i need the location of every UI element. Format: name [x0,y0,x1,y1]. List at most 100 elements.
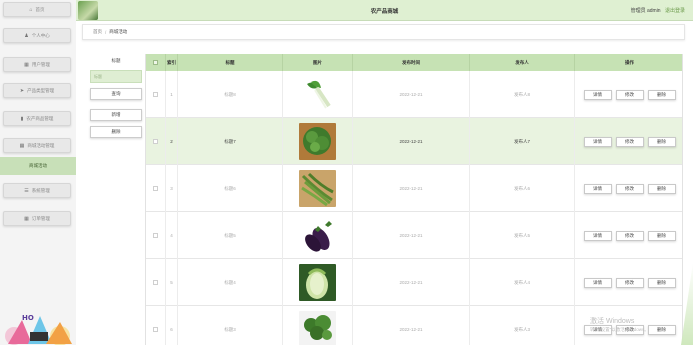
checkbox-icon[interactable] [153,327,158,332]
edit-button[interactable]: 修改 [615,183,644,194]
batch-delete-button[interactable]: 删除 [90,126,142,138]
row-image-cell [283,212,353,259]
row-title: 标题8 [178,71,283,118]
edit-button[interactable]: 修改 [615,277,644,288]
sidebar-item-label: 用户管理 [31,61,50,67]
detail-button[interactable]: 详情 [583,277,612,288]
row-select-cell [146,212,166,259]
checkbox-icon[interactable] [153,186,158,191]
row-actions: 详情 修改 删除 [575,71,682,118]
sidebar-subitem-activities[interactable]: 商城活动 [0,157,76,175]
delete-button[interactable]: 删除 [647,230,676,241]
green-beans-image [299,170,336,207]
edit-button[interactable]: 修改 [615,89,644,100]
top-header: 农产品商城 管理员 admin 退出登录 [76,0,693,21]
sidebar-item-users[interactable]: ▦ 用户管理 [3,57,71,72]
checkbox-icon[interactable] [153,139,158,144]
column-header: 索引 [166,54,178,71]
sidebar-item-orders[interactable]: ▦ 订单管理 [3,211,71,226]
breadcrumb-current: 商城活动 [109,29,128,34]
sidebar-item-activities[interactable]: ▦ 商城活动管理 [3,138,71,153]
detail-button[interactable]: 详情 [583,183,612,194]
row-select-cell [146,165,166,212]
search-label: 标题 [111,58,121,63]
delete-button[interactable]: 删除 [647,183,676,194]
sidebar: ⌂ 首页 ♟ 个人中心 ▦ 用户管理 ➤ 产品类型管理 ▮ 农产商品管理 ▦ 商… [0,0,76,345]
delete-button[interactable]: 删除 [647,277,676,288]
checkbox-icon[interactable] [153,233,158,238]
search-input[interactable]: 标题 [90,70,142,83]
row-image-cell [283,259,353,306]
logout-link[interactable]: 退出登录 [665,8,685,14]
user-area: 管理员 admin 退出登录 [631,7,685,14]
sidebar-item-products[interactable]: ▮ 农产商品管理 [3,111,71,126]
breadcrumb-home[interactable]: 首页 [93,29,102,35]
query-button[interactable]: 查询 [90,88,142,100]
row-time: 2022-12-21 [353,259,470,306]
row-actions: 详情 修改 删除 [575,165,682,212]
add-button[interactable]: 新增 [90,109,142,121]
activation-watermark: 激活 Windows 转到"设置"以激活 Windows。 [590,316,649,333]
table-row[interactable]: 5 标题4 2022-12-21 发布人4 详情 修改 删除 [146,259,682,306]
home-icon: ⌂ [29,6,33,13]
checkbox-icon[interactable] [153,92,158,97]
row-index: 2 [166,118,178,165]
row-actions: 详情 修改 删除 [575,118,682,165]
sidebar-item-system[interactable]: ☰ 系统管理 [3,183,71,198]
row-index: 5 [166,259,178,306]
chart-icon: ▮ [20,115,24,122]
list-icon: ☰ [24,187,29,194]
svg-text:HO: HO [22,314,34,322]
grid-icon: ▦ [24,215,29,222]
row-index: 4 [166,212,178,259]
column-header: 标题 [178,54,283,71]
decorative-logo-art: HO [5,314,72,345]
row-index: 3 [166,165,178,212]
sidebar-item-label: 订单管理 [31,215,50,221]
checkbox-icon[interactable] [153,280,158,285]
row-select-cell [146,118,166,165]
grid-icon: ▦ [19,142,25,149]
table-row[interactable]: 2 标题7 2022-12-21 发布人7 详情 修改 删除 [146,118,682,165]
sidebar-item-label: 首页 [35,6,45,12]
row-image-cell [283,118,353,165]
sidebar-item-profile[interactable]: ♟ 个人中心 [3,28,71,43]
edit-button[interactable]: 修改 [615,136,644,147]
row-image-cell [283,165,353,212]
lettuce-image [299,123,336,160]
checkbox-icon[interactable] [153,60,158,65]
row-publisher: 发布人5 [470,212,575,259]
row-select-cell [146,71,166,118]
sidebar-item-product-types[interactable]: ➤ 产品类型管理 [3,83,71,98]
sidebar-item-label: 产品类型管理 [27,87,55,93]
detail-button[interactable]: 详情 [583,230,612,241]
sidebar-item-label: 个人中心 [31,32,50,38]
detail-button[interactable]: 详情 [583,136,612,147]
sidebar-item-label: 商城活动管理 [27,142,55,148]
users-icon: ▦ [24,61,29,68]
row-actions: 详情 修改 删除 [575,212,682,259]
breadcrumb-separator: / [105,29,107,35]
delete-button[interactable]: 删除 [647,136,676,147]
row-select-cell [146,259,166,306]
app-title: 农产品商城 [370,9,399,15]
sidebar-item-label: 系统管理 [31,187,50,193]
delete-button[interactable]: 删除 [647,89,676,100]
row-time: 2022-12-21 [353,306,470,345]
detail-button[interactable]: 详情 [583,89,612,100]
row-image-cell [283,306,353,345]
row-title: 标题4 [178,259,283,306]
table-header: 索引 标题 图片 发布时间 发布人 操作 [146,54,682,71]
leafy-vegetable-image [299,76,336,113]
row-select-cell [146,306,166,345]
column-header: 发布人 [470,54,575,71]
edit-button[interactable]: 修改 [615,230,644,241]
table-row[interactable]: 3 标题6 2022-12-21 发布人6 详情 修改 删除 [146,165,682,212]
delete-button[interactable]: 删除 [647,324,676,335]
table-row[interactable]: 1 标题8 2022-12-21 发布人8 详情 修改 删除 [146,71,682,118]
sidebar-item-home[interactable]: ⌂ 首页 [3,2,71,17]
row-publisher: 发布人7 [470,118,575,165]
table-row[interactable]: 4 标题5 2022-12-21 发布人5 详情 修改 删除 [146,212,682,259]
row-publisher: 发布人6 [470,165,575,212]
header-select-all[interactable] [146,54,166,71]
